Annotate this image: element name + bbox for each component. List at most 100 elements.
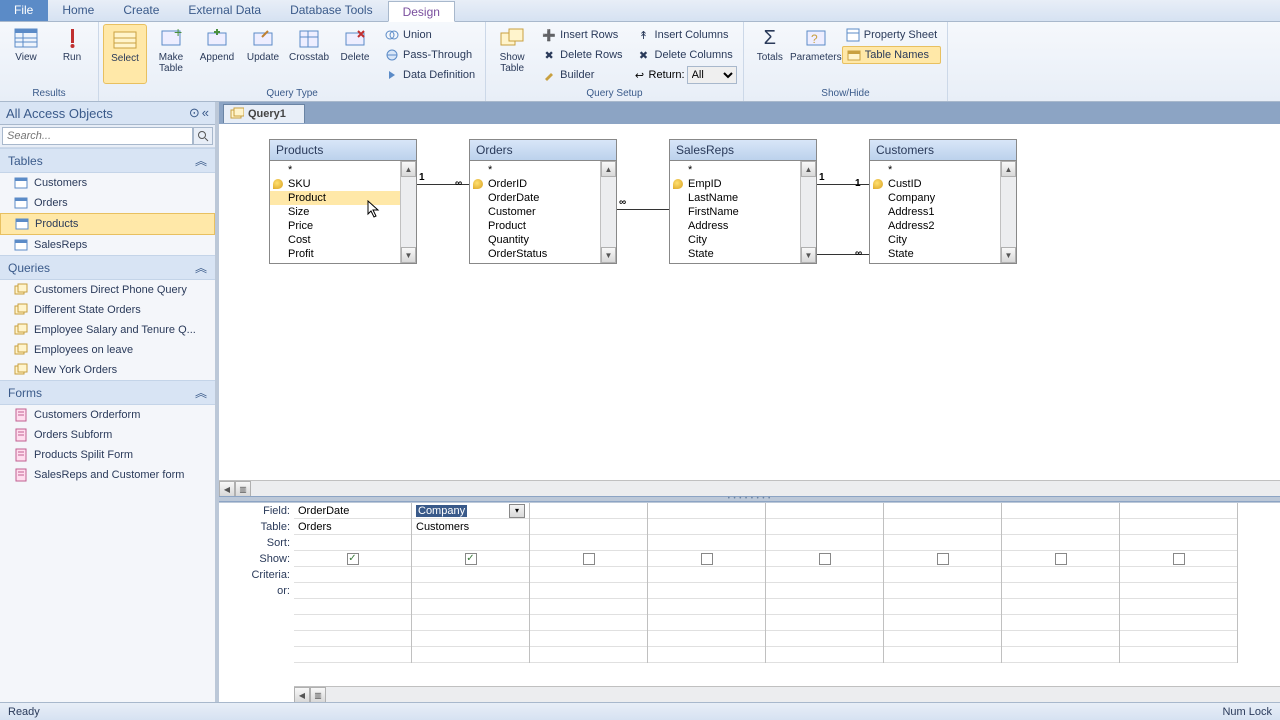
field-row[interactable]: SKU <box>270 177 400 191</box>
criteria-cell[interactable] <box>648 599 765 615</box>
criteria-cell[interactable] <box>766 647 883 663</box>
field-row[interactable]: Cost <box>270 233 400 247</box>
nav-item[interactable]: Employees on leave <box>0 340 215 360</box>
tab-database-tools[interactable]: Database Tools <box>276 0 388 21</box>
criteria-cell[interactable] <box>1002 631 1119 647</box>
field-cell[interactable] <box>1002 503 1119 519</box>
nav-collapse-icon[interactable]: « <box>202 105 209 121</box>
field-row[interactable]: Product <box>470 219 600 233</box>
nav-item[interactable]: SalesReps <box>0 235 215 255</box>
field-row[interactable]: Profit <box>270 247 400 261</box>
scrollbar[interactable]: ▲▼ <box>800 161 816 263</box>
union-button[interactable]: Union <box>381 26 479 44</box>
criteria-cell[interactable] <box>884 647 1001 663</box>
field-row[interactable]: State <box>670 247 800 261</box>
table-names-button[interactable]: Table Names <box>842 46 941 64</box>
grid-hscroll-thumb[interactable]: ▥ <box>310 687 326 702</box>
dropdown-icon[interactable]: ▾ <box>509 504 525 518</box>
delete-button[interactable]: Delete <box>333 24 377 84</box>
checkbox[interactable] <box>701 553 713 565</box>
tab-external-data[interactable]: External Data <box>174 0 276 21</box>
sort-cell[interactable] <box>648 535 765 551</box>
criteria-cell[interactable] <box>1002 567 1119 583</box>
property-sheet-button[interactable]: Property Sheet <box>842 26 941 44</box>
criteria-cell[interactable] <box>530 599 647 615</box>
checkbox[interactable]: ✓ <box>465 553 477 565</box>
return-select[interactable]: All <box>687 66 737 84</box>
field-row[interactable]: OrderID <box>470 177 600 191</box>
checkbox[interactable] <box>583 553 595 565</box>
field-row[interactable]: Size <box>270 205 400 219</box>
criteria-cell[interactable] <box>766 631 883 647</box>
table-cell[interactable] <box>1002 519 1119 535</box>
totals-button[interactable]: ΣTotals <box>748 24 792 84</box>
criteria-cell[interactable] <box>648 583 765 599</box>
criteria-cell[interactable] <box>884 631 1001 647</box>
field-cell[interactable] <box>530 503 647 519</box>
field-row[interactable]: Quantity <box>470 233 600 247</box>
nav-item[interactable]: Orders <box>0 193 215 213</box>
table-box-salesreps[interactable]: SalesReps*EmpIDLastNameFirstNameAddressC… <box>669 139 817 264</box>
criteria-cell[interactable] <box>648 567 765 583</box>
criteria-cell[interactable] <box>530 631 647 647</box>
section-forms[interactable]: Forms︽ <box>0 380 215 405</box>
criteria-cell[interactable] <box>294 631 411 647</box>
field-row[interactable]: * <box>870 163 1000 177</box>
builder-button[interactable]: Builder <box>538 66 626 84</box>
sort-cell[interactable] <box>1120 535 1237 551</box>
design-canvas[interactable]: Products*SKUProductSizePriceCostProfit▲▼… <box>219 124 1280 480</box>
field-row[interactable]: FirstName <box>670 205 800 219</box>
field-row[interactable]: City <box>670 233 800 247</box>
data-definition-button[interactable]: Data Definition <box>381 66 479 84</box>
checkbox[interactable] <box>937 553 949 565</box>
nav-item[interactable]: Customers Orderform <box>0 405 215 425</box>
grid-column[interactable]: Company▾Customers✓ <box>412 503 530 663</box>
criteria-cell[interactable] <box>294 647 411 663</box>
table-cell[interactable] <box>530 519 647 535</box>
scrollbar[interactable]: ▲▼ <box>1000 161 1016 263</box>
criteria-cell[interactable] <box>884 599 1001 615</box>
parameters-button[interactable]: ?Parameters <box>794 24 838 84</box>
field-row[interactable]: Price <box>270 219 400 233</box>
nav-item[interactable]: Different State Orders <box>0 300 215 320</box>
criteria-cell[interactable] <box>1120 615 1237 631</box>
table-box-customers[interactable]: Customers*CustIDCompanyAddress1Address2C… <box>869 139 1017 264</box>
criteria-cell[interactable] <box>1120 583 1237 599</box>
criteria-cell[interactable] <box>294 583 411 599</box>
grid-column[interactable] <box>1120 503 1238 663</box>
nav-item[interactable]: New York Orders <box>0 360 215 380</box>
append-button[interactable]: Append <box>195 24 239 84</box>
nav-item[interactable]: Employee Salary and Tenure Q... <box>0 320 215 340</box>
grid-column[interactable]: OrderDateOrders✓ <box>294 503 412 663</box>
field-row[interactable]: * <box>470 163 600 177</box>
sort-cell[interactable] <box>530 535 647 551</box>
field-row[interactable]: Company <box>870 191 1000 205</box>
make-table-button[interactable]: +Make Table <box>149 24 193 84</box>
show-cell[interactable] <box>530 551 647 567</box>
field-cell[interactable]: Company▾ <box>412 503 529 519</box>
field-row[interactable]: Product <box>270 191 400 205</box>
section-queries[interactable]: Queries︽ <box>0 255 215 280</box>
sort-cell[interactable] <box>1002 535 1119 551</box>
criteria-cell[interactable] <box>1120 567 1237 583</box>
pass-through-button[interactable]: Pass-Through <box>381 46 479 64</box>
table-cell[interactable]: Orders <box>294 519 411 535</box>
nav-item[interactable]: Customers Direct Phone Query <box>0 280 215 300</box>
criteria-cell[interactable] <box>884 583 1001 599</box>
table-cell[interactable] <box>648 519 765 535</box>
grid-column[interactable] <box>648 503 766 663</box>
criteria-cell[interactable] <box>412 647 529 663</box>
sort-cell[interactable] <box>294 535 411 551</box>
nav-item[interactable]: Customers <box>0 173 215 193</box>
crosstab-button[interactable]: Crosstab <box>287 24 331 84</box>
criteria-cell[interactable] <box>1002 615 1119 631</box>
criteria-cell[interactable] <box>648 615 765 631</box>
nav-header[interactable]: All Access Objects ⊙« <box>0 102 215 125</box>
criteria-cell[interactable] <box>530 583 647 599</box>
criteria-cell[interactable] <box>530 647 647 663</box>
grid-hscroll-left[interactable]: ◀ <box>294 687 310 702</box>
tab-create[interactable]: Create <box>109 0 174 21</box>
criteria-cell[interactable] <box>294 567 411 583</box>
show-cell[interactable] <box>884 551 1001 567</box>
criteria-cell[interactable] <box>1120 631 1237 647</box>
